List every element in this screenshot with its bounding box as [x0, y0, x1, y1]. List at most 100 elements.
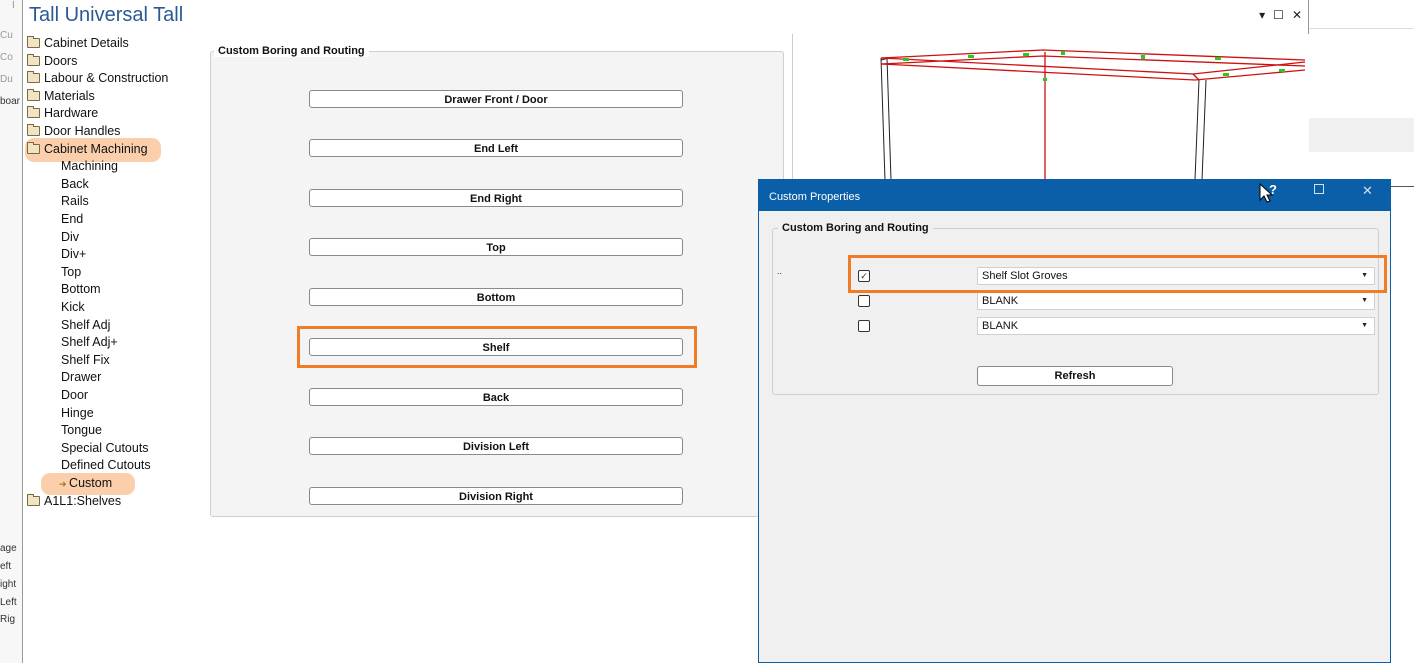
tree-item-label: Tongue — [61, 423, 103, 438]
tree-item-kick[interactable]: Kick — [61, 299, 85, 316]
tree-item-hinge[interactable]: Hinge — [61, 405, 94, 422]
maximize-icon[interactable]: ☐ — [1273, 8, 1284, 22]
tree-item-label: Shelf Adj+ — [61, 335, 118, 350]
tree-item-shelf-fix[interactable]: Shelf Fix — [61, 352, 110, 369]
tree-item-shelf-adj[interactable]: Shelf Adj — [61, 317, 110, 334]
tree-item-label: Shelf Fix — [61, 352, 110, 367]
folder-icon — [27, 493, 40, 506]
bg-fragment: eft — [0, 561, 12, 572]
tree-item-label: Rails — [61, 194, 89, 209]
cabinet-wireframe — [880, 49, 1306, 181]
cabinet-3d-preview[interactable] — [792, 34, 1309, 181]
custom-boring-panel: Custom Boring and Routing Drawer Front /… — [201, 34, 792, 663]
tree-item-label: Cabinet Details — [44, 36, 129, 50]
tree-item-label: Custom — [69, 476, 113, 490]
tree-item-cabinet-details[interactable]: Cabinet Details — [27, 35, 129, 52]
boring-button-division-right[interactable]: Division Right — [309, 487, 683, 505]
tree-item-label: Shelf Adj — [61, 317, 111, 332]
checkbox[interactable] — [858, 320, 870, 332]
chevron-down-icon: ▼ — [1361, 297, 1368, 304]
bg-fragment: Left — [0, 597, 17, 608]
boring-button-bottom[interactable]: Bottom — [309, 288, 683, 306]
tree-item-label: Labour & Construction — [44, 71, 169, 86]
boring-button-back[interactable]: Back — [309, 388, 683, 406]
bg-fragment: Co — [0, 52, 13, 63]
bg-fragment: Cu — [0, 30, 13, 41]
dialog-title-bar: Custom Properties ? ✕ — [759, 180, 1390, 211]
tree-item-end[interactable]: End — [61, 211, 83, 228]
tree-item-shelf-adj[interactable]: Shelf Adj+ — [61, 334, 118, 351]
dialog-title: Custom Properties — [769, 191, 861, 203]
tree-item-bottom[interactable]: Bottom — [61, 281, 101, 298]
checkbox[interactable] — [858, 295, 870, 307]
tree-item-label: Hardware — [44, 106, 99, 121]
close-icon[interactable]: ✕ — [1292, 8, 1302, 22]
tree-item-special-cutouts[interactable]: Special Cutouts — [61, 440, 149, 457]
bg-fragment: Du — [0, 74, 13, 85]
tree-item-top[interactable]: Top — [61, 264, 81, 281]
tree-item-div[interactable]: Div+ — [61, 246, 86, 263]
tree-item-drawer[interactable]: Drawer — [61, 369, 101, 386]
refresh-button[interactable]: Refresh — [977, 366, 1173, 386]
boring-button-end-left[interactable]: End Left — [309, 139, 683, 157]
close-icon[interactable]: ✕ — [1362, 183, 1373, 199]
tree-item-div[interactable]: Div — [61, 229, 79, 246]
folder-icon — [27, 124, 40, 136]
highlight-box — [848, 255, 1387, 293]
tree-item-machining[interactable]: Machining — [61, 158, 118, 175]
folder-icon — [27, 141, 40, 154]
maximize-icon[interactable] — [1314, 184, 1324, 194]
folder-icon — [27, 36, 40, 48]
tree-item-cabinet-machining[interactable]: Cabinet Machining — [27, 141, 148, 158]
bg-fragment: ight — [0, 579, 17, 590]
tree-item-tongue[interactable]: Tongue — [61, 422, 102, 439]
tree-item-label: Door — [61, 388, 89, 402]
selected-arrow-icon: ➜ — [59, 479, 70, 489]
tree-item-label: Cabinet Machining — [44, 141, 148, 156]
tree-item-label: Kick — [61, 300, 85, 314]
tree-item-door[interactable]: Door — [61, 387, 88, 404]
group-title: Custom Boring and Routing — [214, 45, 369, 57]
custom-properties-dialog: Custom Properties ? ✕ Custom Boring and … — [758, 179, 1391, 663]
tree-item-label: Machining — [61, 159, 118, 174]
row-marker: .. — [777, 266, 783, 276]
tree-item-doors[interactable]: Doors — [27, 53, 77, 70]
boring-button-end-right[interactable]: End Right — [309, 189, 683, 207]
tree-item-custom[interactable]: ➜ Custom — [59, 475, 112, 492]
tree-item-label: Back — [61, 176, 89, 191]
tree-item-label: Top — [61, 264, 82, 279]
dropdown-icon[interactable]: ▾ — [1259, 8, 1265, 22]
tree-item-back[interactable]: Back — [61, 176, 89, 193]
bg-fragment: I — [12, 0, 15, 11]
dialog-group-title: Custom Boring and Routing — [778, 222, 933, 234]
bg-divider — [1307, 28, 1414, 29]
tree-item-label: Door Handles — [44, 124, 121, 138]
select-value: BLANK — [982, 320, 1019, 332]
boring-group-box: Custom Boring and Routing Drawer Front /… — [210, 45, 784, 517]
folder-icon — [27, 88, 40, 101]
tree-item-defined-cutouts[interactable]: Defined Cutouts — [61, 457, 151, 474]
routing-select[interactable]: BLANK ▼ — [977, 292, 1375, 310]
tree-item-label: Materials — [44, 88, 95, 103]
folder-icon — [27, 53, 40, 66]
tree-item-label: Div — [61, 229, 80, 244]
chevron-down-icon: ▼ — [1361, 322, 1368, 329]
boring-button-drawer-front-door[interactable]: Drawer Front / Door — [309, 90, 683, 108]
routing-select[interactable]: BLANK ▼ — [977, 317, 1375, 335]
highlight-box — [297, 326, 697, 368]
tree-item-rails[interactable]: Rails — [61, 193, 89, 210]
tree-item-hardware[interactable]: Hardware — [27, 105, 98, 122]
tree-item-a1l1-shelves[interactable]: A1L1:Shelves — [27, 493, 121, 510]
boring-button-top[interactable]: Top — [309, 238, 683, 256]
tree-item-label: Doors — [44, 53, 78, 68]
tree-item-label: Bottom — [61, 282, 101, 297]
select-value: BLANK — [982, 295, 1019, 307]
tree-item-labour-construction[interactable]: Labour & Construction — [27, 70, 168, 87]
bg-fragment: age — [0, 543, 17, 554]
bg-toolbar — [1307, 118, 1414, 152]
tree-item-label: A1L1:Shelves — [44, 493, 122, 508]
help-icon[interactable]: ? — [1259, 182, 1281, 206]
tree-item-materials[interactable]: Materials — [27, 88, 95, 105]
boring-button-division-left[interactable]: Division Left — [309, 437, 683, 455]
tree-item-label: Special Cutouts — [61, 440, 149, 455]
